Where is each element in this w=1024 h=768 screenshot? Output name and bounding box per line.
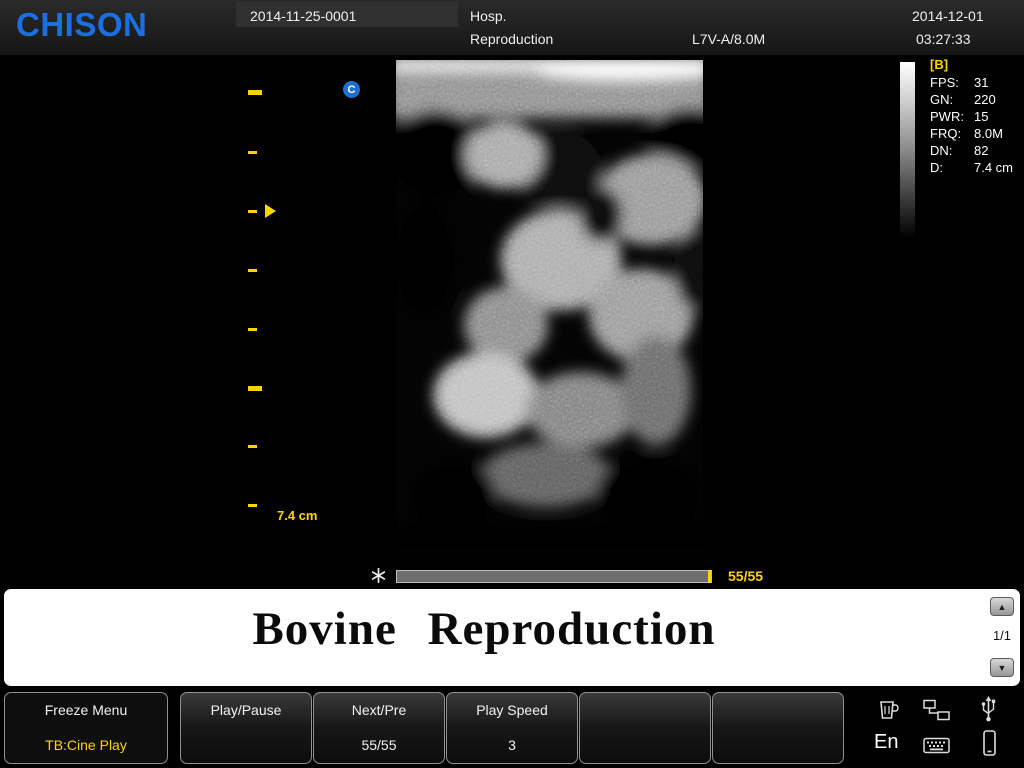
depth-label: 7.4 cm <box>277 508 317 523</box>
param-row: PWR:15 <box>930 108 1022 125</box>
depth-tick <box>248 210 257 213</box>
chevron-up-icon: ▲ <box>998 602 1007 612</box>
scan-params-panel: [B] FPS:31 GN:220 PWR:15 FRQ:8.0M DN:82 … <box>930 56 1022 176</box>
network-icon <box>923 699 950 727</box>
language-indicator: En <box>874 731 898 754</box>
hospital-label: Hosp. <box>470 8 507 24</box>
play-speed-button[interactable]: Play Speed 3 <box>446 692 578 764</box>
cup-icon <box>877 698 899 727</box>
annotation-banner: Bovine Reproduction ▲ 1/1 ▼ <box>4 589 1020 686</box>
system-date: 2014-12-01 <box>912 8 984 24</box>
grayscale-map-bar <box>900 62 915 238</box>
cursor-marker: C <box>343 81 360 98</box>
depth-tick <box>248 269 257 272</box>
mobile-device-icon <box>982 730 997 761</box>
depth-tick <box>248 151 257 154</box>
keyboard-icon <box>923 737 950 759</box>
usb-icon <box>980 695 997 727</box>
param-row: D:7.4 cm <box>930 159 1022 176</box>
scroll-down-button[interactable]: ▼ <box>990 658 1014 677</box>
depth-tick <box>248 445 257 448</box>
freeze-menu-button[interactable]: Freeze Menu TB:Cine Play <box>4 692 168 764</box>
play-pause-button[interactable]: Play/Pause <box>180 692 312 764</box>
param-row: GN:220 <box>930 91 1022 108</box>
softkey-empty-button[interactable] <box>579 692 711 764</box>
depth-tick <box>248 90 262 95</box>
depth-tick <box>248 328 257 331</box>
ultrasound-screen: CHISON 2014-11-25-0001 Hosp. Reproductio… <box>0 0 1024 768</box>
cine-position-marker[interactable] <box>708 570 711 583</box>
system-time: 03:27:33 <box>916 31 971 47</box>
chison-logo: CHISON <box>16 6 147 44</box>
exam-title: Bovine Reproduction <box>4 602 964 656</box>
depth-tick <box>248 386 262 391</box>
param-row: DN:82 <box>930 142 1022 159</box>
ultrasound-image <box>396 60 703 552</box>
page-indicator: 1/1 <box>988 628 1016 643</box>
param-row: FRQ:8.0M <box>930 125 1022 142</box>
scroll-up-button[interactable]: ▲ <box>990 597 1014 616</box>
next-pre-button[interactable]: Next/Pre 55/55 <box>313 692 445 764</box>
top-status-bar: CHISON 2014-11-25-0001 Hosp. Reproductio… <box>0 0 1024 55</box>
param-row: FPS:31 <box>930 74 1022 91</box>
chevron-down-icon: ▼ <box>998 663 1007 673</box>
exam-type: Reproduction <box>470 31 553 47</box>
mode-indicator: [B] <box>930 56 1022 73</box>
patient-id: 2014-11-25-0001 <box>250 8 356 24</box>
depth-tick <box>248 504 257 507</box>
cine-frame-counter: 55/55 <box>728 568 763 584</box>
focus-marker-icon <box>265 204 276 218</box>
cine-progress-bar[interactable] <box>396 570 712 583</box>
freeze-snowflake-icon <box>370 567 387 589</box>
softkey-empty-button[interactable] <box>712 692 844 764</box>
probe-info: L7V-A/8.0M <box>692 31 765 47</box>
